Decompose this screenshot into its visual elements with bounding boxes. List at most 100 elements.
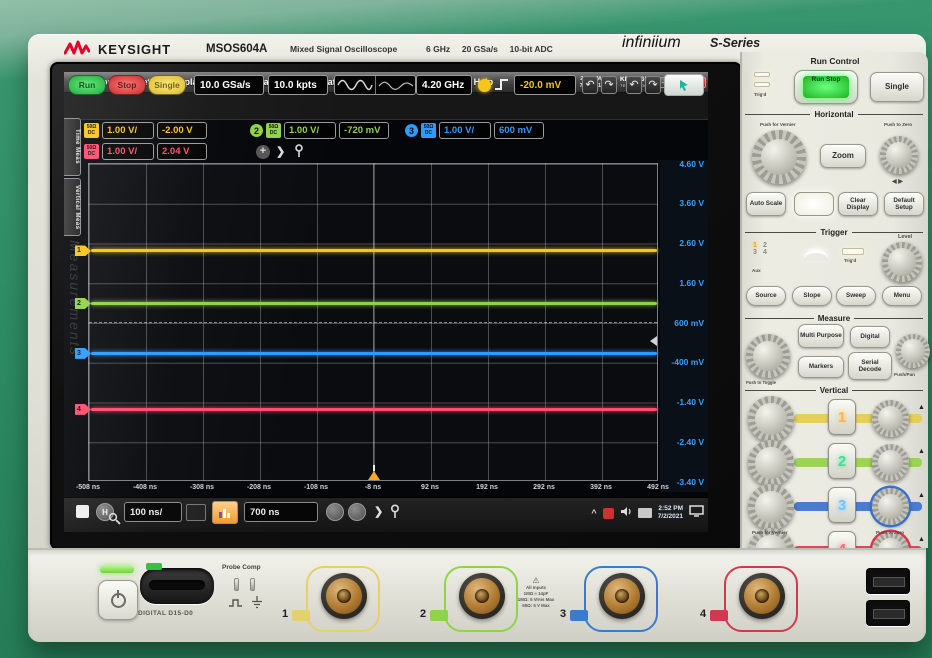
window-icon[interactable] xyxy=(76,505,89,518)
time-label: 192 ns xyxy=(467,484,507,491)
channel-3-scale-knob[interactable] xyxy=(748,484,794,530)
tray-app-icon[interactable] xyxy=(603,508,614,519)
waveform-graticule[interactable]: 1234 xyxy=(88,163,658,481)
channel-4-offset-field[interactable]: 2.04 V xyxy=(157,143,207,160)
digital-probe-slot[interactable] xyxy=(140,568,214,604)
auto-scale-button[interactable]: Auto Scale xyxy=(746,192,786,216)
markers-button[interactable]: Markers xyxy=(798,356,844,378)
undo-icon[interactable]: ↶ xyxy=(582,76,598,94)
memory-depth-field[interactable]: 10.0 kpts xyxy=(268,75,328,95)
display-mode-icon[interactable] xyxy=(186,504,206,521)
channel-3-scale-field[interactable]: 1.00 V/ xyxy=(439,122,491,139)
bnc-channel-color-tab xyxy=(430,610,448,621)
expand-icon[interactable]: ❯ xyxy=(374,505,383,518)
usb-port-1[interactable] xyxy=(866,568,910,594)
slope-button[interactable]: Slope xyxy=(792,286,832,306)
ground-marker-channel-2[interactable]: 2 xyxy=(75,298,91,309)
ground-marker-channel-3[interactable]: 3 xyxy=(75,348,91,359)
timebase-scale-field[interactable]: 100 ns/ xyxy=(124,502,182,522)
source-button[interactable]: Source xyxy=(746,286,786,306)
tab-time-meas[interactable]: Time Meas xyxy=(64,118,81,176)
pin-icon[interactable] xyxy=(390,504,400,524)
ground-marker-channel-4[interactable]: 4 xyxy=(75,404,91,415)
bnc-input-channel-2[interactable]: 2 xyxy=(444,566,518,632)
channel-2-icon[interactable]: 2 xyxy=(250,124,263,137)
measure-right-knob[interactable] xyxy=(896,334,930,368)
pin-icon[interactable] xyxy=(294,144,304,163)
channel-3-enable-button[interactable]: 3 xyxy=(828,487,856,523)
clear-display-button[interactable]: Clear Display xyxy=(838,192,878,216)
history-forward-icon[interactable]: ↷ xyxy=(645,76,661,94)
edge-trigger-icon[interactable] xyxy=(494,77,510,97)
timebase-window-button[interactable] xyxy=(212,501,238,524)
single-button-panel[interactable]: Single xyxy=(870,72,924,102)
default-setup-button[interactable]: Default Setup xyxy=(884,192,924,216)
ground-marker-channel-1[interactable]: 1 xyxy=(75,245,91,256)
run-stop-button[interactable]: Run Stop xyxy=(794,70,858,104)
horizontal-delay-knob[interactable] xyxy=(880,136,918,174)
bnc-input-channel-4[interactable]: 4 xyxy=(724,566,798,632)
channel-3-offset-field[interactable]: 600 mV xyxy=(494,122,544,139)
bnc-input-channel-3[interactable]: 3 xyxy=(584,566,658,632)
multi-purpose-button[interactable]: Multi Purpose xyxy=(798,324,844,348)
menu-button[interactable]: Menu xyxy=(882,286,922,306)
stop-button[interactable]: Stop xyxy=(108,75,146,95)
marker-b-icon[interactable] xyxy=(348,503,366,521)
taskbar-clock[interactable]: 2:52 PM 7/2/2021 xyxy=(658,505,683,521)
channel-2-scale-field[interactable]: 1.00 V/ xyxy=(284,122,336,139)
channel-2-scale-knob[interactable] xyxy=(748,440,794,486)
trigger-level-marker[interactable] xyxy=(650,336,657,346)
horizontal-scale-knob[interactable] xyxy=(752,130,806,184)
channel-3-offset-knob[interactable] xyxy=(872,488,909,525)
voltage-label: 4.60 V xyxy=(660,159,704,169)
bnc-input-channel-1[interactable]: 1 xyxy=(306,566,380,632)
channel-2-enable-button[interactable]: 2 xyxy=(828,443,856,479)
power-button[interactable] xyxy=(98,580,138,620)
measure-left-knob[interactable] xyxy=(746,334,790,378)
channel-1-scale-field[interactable]: 1.00 V/ xyxy=(102,122,154,139)
time-label: -508 ns xyxy=(68,484,108,491)
digital-button[interactable]: Digital xyxy=(850,326,890,348)
sweep-button[interactable]: Sweep xyxy=(836,286,876,306)
channel-2-coupling-badge[interactable]: 50ΩDC xyxy=(266,123,281,138)
tab-vertical-meas[interactable]: Vertical Meas xyxy=(64,178,81,236)
channel-1-coupling-badge[interactable]: 50ΩDC xyxy=(84,123,99,138)
history-back-icon[interactable]: ↶ xyxy=(626,76,642,94)
channel-1-enable-button[interactable]: 1 xyxy=(828,399,856,435)
tray-chevron-icon[interactable]: ^ xyxy=(591,508,596,518)
run-button[interactable]: Run xyxy=(68,75,106,95)
touch-button[interactable] xyxy=(664,74,704,96)
waveform-preview[interactable] xyxy=(334,75,416,95)
channel-4-coupling-badge[interactable]: 50ΩDC xyxy=(84,144,99,159)
redo-icon[interactable]: ↷ xyxy=(601,76,617,94)
channel-2-offset-field[interactable]: -720 mV xyxy=(339,122,389,139)
trigger-time-marker[interactable] xyxy=(368,471,380,480)
marker-a-icon[interactable] xyxy=(326,503,344,521)
channel-4-scale-field[interactable]: 1.00 V/ xyxy=(102,143,154,160)
channel-1-offset-field[interactable]: -2.00 V xyxy=(157,122,207,139)
trigger-source-icon[interactable] xyxy=(478,79,491,92)
sample-rate-field[interactable]: 10.0 GSa/s xyxy=(194,75,264,95)
channel-2-offset-knob[interactable] xyxy=(872,444,909,481)
serial-decode-button[interactable]: Serial Decode xyxy=(848,352,892,380)
trigger-level-field[interactable]: -20.0 mV xyxy=(514,75,576,95)
zoom-button[interactable]: Zoom xyxy=(820,144,866,168)
timebase-delay-field[interactable]: 700 ns xyxy=(244,502,318,522)
probe-comp-output-pin[interactable] xyxy=(234,578,239,591)
channel-3-coupling-badge[interactable]: 50ΩDC xyxy=(421,123,436,138)
add-waveform-icon[interactable]: + xyxy=(256,145,270,159)
show-desktop-icon[interactable] xyxy=(689,504,704,522)
expand-icon[interactable]: ❯ xyxy=(276,145,285,158)
single-button[interactable]: Single xyxy=(148,75,186,95)
channel-1-scale-knob[interactable] xyxy=(748,396,794,442)
touch-button-panel[interactable] xyxy=(794,192,834,216)
speaker-icon[interactable] xyxy=(620,504,632,522)
mini-histogram-icon xyxy=(218,507,232,519)
channel-3-icon[interactable]: 3 xyxy=(405,124,418,137)
bandwidth-field[interactable]: 4.20 GHz xyxy=(416,75,472,95)
channel-1-offset-knob[interactable] xyxy=(872,400,909,437)
probe-comp-ground-pin[interactable] xyxy=(250,578,255,591)
trigger-level-knob[interactable] xyxy=(882,242,922,282)
tray-display-icon[interactable] xyxy=(638,508,652,518)
usb-port-2[interactable] xyxy=(866,600,910,626)
